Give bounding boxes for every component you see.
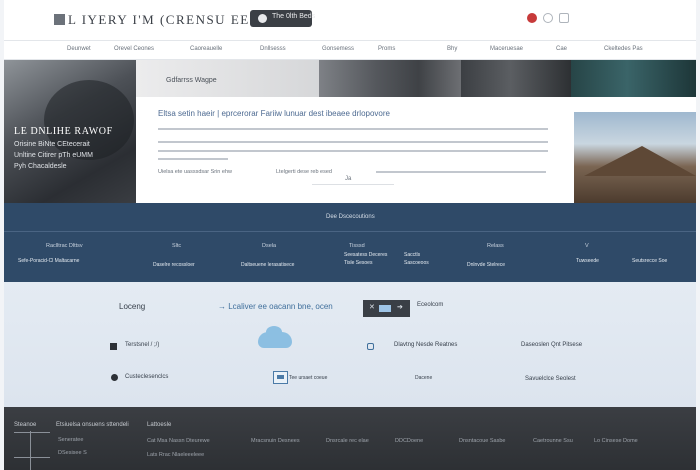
hero-line: Unltine Citirer pTh eUMM [14, 152, 93, 159]
feature-label[interactable]: Savuelclce Seolest [525, 376, 576, 382]
footer-link[interactable]: DSesisee S [58, 450, 87, 456]
footer-divider [30, 431, 31, 470]
user-circle-icon [111, 374, 118, 381]
footer-link[interactable]: Mracsnuin Desnees [251, 438, 300, 444]
band-label: V [585, 243, 589, 249]
page: L IYERY I'M (CRENSU EEJDE) The 0lth Beds… [4, 0, 696, 470]
band-value: Daselre recossloer [153, 262, 195, 268]
nav-item[interactable]: Maceruesae [490, 46, 523, 52]
article-link[interactable]: Uielsa ete uasssdsar Srin ehw [158, 169, 232, 175]
section-label: Loceng [119, 302, 146, 311]
site-header: L IYERY I'M (CRENSU EEJDE) The 0lth Beds [4, 0, 696, 40]
toggle-pill-label: The 0lth Beds [272, 13, 316, 20]
main-nav: Deunwet Orevel Ceones Caoreauelle Dnllse… [4, 40, 696, 60]
footer-heading: Lattoesle [147, 422, 172, 428]
footer-heading: Steanoe [14, 422, 37, 428]
toggle-dot-icon [258, 14, 267, 23]
feature-label[interactable]: Tee ursaet coeue [289, 375, 327, 381]
feature-label[interactable]: Dacene [415, 375, 432, 381]
hero-shadow [44, 80, 134, 160]
nav-item[interactable]: Dnllsesss [260, 46, 286, 52]
band-label: Tisssd [349, 243, 365, 249]
link-icon [367, 343, 374, 350]
footer-link[interactable]: Caetrounne Ssu [533, 438, 573, 444]
feature-label[interactable]: Terstsnel / ;/) [125, 342, 159, 348]
hero-title: LE DNLIHE RAWOF [14, 126, 113, 137]
band-label: Relass [487, 243, 504, 249]
band-label: Dsela [262, 243, 277, 249]
monitor-icon [273, 371, 288, 384]
section-headline[interactable]: → Lcaliver ee oacann bne, ocen [218, 302, 333, 311]
hero-line: Orisine BiNte CEtecerait [14, 141, 90, 148]
nav-item[interactable]: Cae [556, 46, 567, 52]
arrow-right-icon: ➔ [397, 304, 403, 311]
footer-divider [14, 457, 50, 458]
band-label: Raclltrac Dlttsv [46, 243, 83, 249]
article-panel: Eltsa setin haeir | eprcerorar Fariiw lu… [136, 97, 574, 203]
footer-link[interactable]: Lo Cinsese Dome [594, 438, 638, 444]
action-label[interactable]: Eceolcom [417, 302, 443, 308]
settings-icon[interactable] [559, 13, 569, 23]
close-icon: ✕ [369, 304, 375, 311]
nav-item[interactable]: Orevel Ceones [114, 46, 154, 52]
nav-item[interactable]: Ckeltedes Pas [604, 46, 643, 52]
feature-label[interactable]: Daseoslen Qnt Pitsese [521, 342, 582, 348]
site-footer: Steanoe Seneratee DSesisee S Etsiuelsa o… [4, 407, 696, 470]
band-value: Seesatess Deceres [344, 252, 388, 258]
article-title[interactable]: Eltsa setin haeir | eprcerorar Fariiw lu… [158, 109, 390, 118]
article-text-line [158, 150, 548, 152]
document-icon [110, 343, 117, 350]
footer-divider [14, 432, 50, 433]
action-select[interactable]: ✕ ➔ [363, 300, 410, 317]
article-text-line [158, 128, 548, 130]
hero-line: Pyh Chacaldesle [14, 163, 67, 170]
strip-photo[interactable] [571, 60, 696, 97]
footer-link[interactable]: Dnsntacoue Sasbe [459, 438, 505, 444]
footer-link[interactable]: DDCDoene [395, 438, 423, 444]
band-value: Daltseuene lerasatisece [241, 262, 295, 268]
band-value: Sefe-Poracid-Cl Maltacarne [18, 258, 80, 264]
footer-link[interactable]: Cat Msa Nassn Dteurewe [147, 438, 210, 444]
features-section: Loceng → Lcaliver ee oacann bne, ocen ✕ … [4, 282, 696, 407]
band-title: Dee Dscecoutions [326, 214, 375, 220]
article-link[interactable]: Ltelgerti dese reb esed [276, 169, 332, 175]
footer-heading: Etsiuelsa onsuens sttendeli [56, 422, 129, 428]
nav-item[interactable]: Gonsemess [322, 46, 354, 52]
band-value: Tuwseede [576, 258, 599, 264]
temple-image [574, 112, 696, 203]
nav-item[interactable]: Deunwet [67, 46, 91, 52]
strip-title-box: Gdfarrss Wagpe [136, 60, 319, 97]
footer-link[interactable]: Seneratee [58, 437, 83, 443]
strip-photo[interactable] [461, 60, 571, 97]
feature-label[interactable]: Dlavtng Nesde Reatnes [394, 342, 457, 348]
article-more-link[interactable]: Ja [345, 176, 351, 182]
screen-icon [379, 305, 391, 312]
band-value: Tisle Sesoes [344, 260, 373, 266]
band-value: Seutsrecce Soe [632, 258, 668, 264]
cloud-icon [258, 326, 292, 348]
strip-title: Gdfarrss Wagpe [166, 77, 217, 84]
nav-item[interactable]: Caoreauelle [190, 46, 222, 52]
band-divider [4, 231, 696, 232]
article-text-line [158, 158, 228, 160]
article-divider [312, 184, 394, 185]
band-label: Sltc [172, 243, 182, 249]
footer-link[interactable]: Lats Rrac Nlaeleeeleee [147, 452, 204, 458]
descriptions-band: Dee Dscecoutions Raclltrac Dlttsv Sltc D… [4, 203, 696, 282]
article-text-line [376, 171, 546, 173]
footer-link[interactable]: Dnsrcale rec elae [326, 438, 369, 444]
user-icon[interactable] [543, 13, 553, 23]
temple-roof [584, 146, 696, 176]
nav-item[interactable]: Proms [378, 46, 395, 52]
nav-item[interactable]: Bhy [447, 46, 457, 52]
band-value: Sascoeoos [404, 260, 429, 266]
band-value: Sacctls [404, 252, 421, 258]
toggle-pill-button[interactable]: The 0lth Beds [250, 10, 316, 27]
strip-photo[interactable] [319, 60, 461, 97]
article-text-line [158, 141, 548, 143]
band-value: Dnlnvde Stelrece [467, 262, 506, 268]
logo-mark-icon [54, 14, 65, 25]
feature-label[interactable]: Custeclesenclcs [125, 374, 168, 380]
record-icon[interactable] [527, 13, 537, 23]
